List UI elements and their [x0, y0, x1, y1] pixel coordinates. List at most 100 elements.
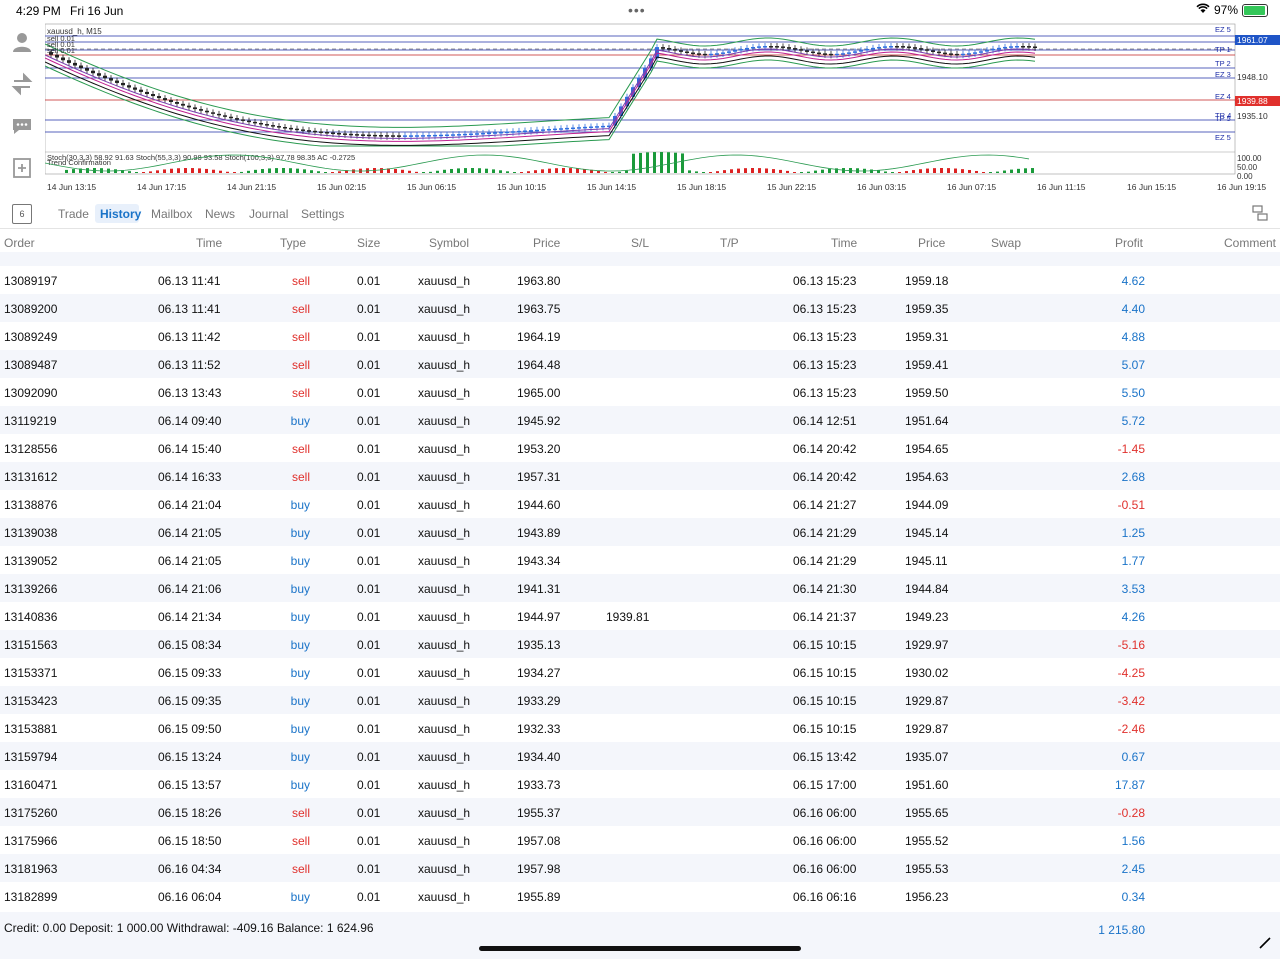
pen-icon [1258, 936, 1272, 953]
table-row[interactable]: 13119219 06.14 09:40 buy 0.01 xauusd_h 1945.9… [0, 406, 1280, 434]
tab-settings[interactable]: Settings [301, 207, 344, 221]
col-comment[interactable]: Comment [1224, 236, 1276, 250]
price-tick: 1948.10 [1237, 72, 1268, 82]
candle-body [91, 70, 95, 74]
candle-body [1003, 46, 1007, 49]
candle-body [241, 119, 245, 121]
candle-body [967, 53, 971, 55]
chart-canvas[interactable]: 1961.07 1948.10 1939.88 1935.10 EZ 5 TP 2 TP 1… [44, 22, 1280, 198]
col-time[interactable]: Time [196, 236, 222, 250]
trade-arrows-icon[interactable] [10, 72, 34, 96]
account-icon[interactable] [10, 30, 34, 54]
candle-body [913, 47, 917, 49]
table-row[interactable]: 13159794 06.15 13:24 buy 0.01 xauusd_h 1934.4… [0, 742, 1280, 770]
col-close-time[interactable]: Time [831, 236, 857, 250]
col-profit[interactable]: Profit [1115, 236, 1143, 250]
multitask-dots-icon[interactable]: ••• [628, 2, 646, 18]
candle-body [985, 50, 989, 52]
osc-bar [415, 171, 418, 173]
tab-mailbox[interactable]: Mailbox [151, 207, 192, 221]
table-row[interactable]: 13160471 06.15 13:57 buy 0.01 xauusd_h 1933.7… [0, 770, 1280, 798]
candle-body [307, 130, 311, 132]
table-row[interactable]: 13151563 06.15 08:34 buy 0.01 xauusd_h 1935.1… [0, 630, 1280, 658]
table-row[interactable]: 13089200 06.13 11:41 sell 0.01 xauusd_h 1963.… [0, 294, 1280, 322]
table-row[interactable]: 13138876 06.14 21:04 buy 0.01 xauusd_h 1944.6… [0, 490, 1280, 518]
candle-body [943, 52, 947, 55]
candle-body [265, 124, 269, 126]
candle-body [349, 133, 353, 136]
table-row[interactable]: 13139052 06.14 21:05 buy 0.01 xauusd_h 1943.3… [0, 546, 1280, 574]
table-row[interactable]: 13139266 06.14 21:06 buy 0.01 xauusd_h 1941.3… [0, 574, 1280, 602]
tab-news[interactable]: News [205, 207, 235, 221]
cell-profit: 5.07 [1121, 358, 1145, 372]
candle-body [805, 50, 809, 52]
osc-bar [149, 171, 152, 173]
tab-history[interactable]: History [100, 207, 141, 221]
level-label: EZ 5 [1215, 133, 1231, 142]
chat-icon[interactable] [10, 114, 34, 138]
layout-icon[interactable] [1252, 205, 1268, 221]
osc-bar [247, 170, 250, 173]
col-type[interactable]: Type [280, 236, 306, 250]
osc-bar [1024, 168, 1027, 173]
col-size[interactable]: Size [357, 236, 380, 250]
table-row[interactable]: 13153881 06.15 09:50 buy 0.01 xauusd_h 1932.3… [0, 714, 1280, 742]
table-row[interactable]: 13175260 06.15 18:26 sell 0.01 xauusd_h 1955.… [0, 798, 1280, 826]
table-row[interactable]: 13139038 06.14 21:05 buy 0.01 xauusd_h 1943.8… [0, 518, 1280, 546]
table-row[interactable]: 13140836 06.14 21:34 buy 0.01 xauusd_h 1944.9… [0, 602, 1280, 630]
chart-toolbar [0, 22, 45, 200]
table-row[interactable]: 13128556 06.14 15:40 sell 0.01 xauusd_h 1953.… [0, 434, 1280, 462]
candle-body [67, 60, 71, 63]
table-row[interactable]: 13131612 06.14 16:33 sell 0.01 xauusd_h 1957.… [0, 462, 1280, 490]
candle-body [1033, 46, 1037, 48]
table-row[interactable]: 13182899 06.16 06:04 buy 0.01 xauusd_h 1955.8… [0, 882, 1280, 910]
osc-bar [989, 172, 992, 173]
candle-body [193, 107, 197, 110]
col-swap[interactable]: Swap [991, 236, 1021, 250]
cell-profit: -0.28 [1117, 806, 1145, 820]
tab-trade[interactable]: Trade [58, 207, 89, 221]
candle-body [367, 134, 371, 137]
osc-bar [163, 169, 166, 173]
table-row[interactable]: 13181963 06.16 04:34 sell 0.01 xauusd_h 1957.… [0, 854, 1280, 882]
col-close-price[interactable]: Price [918, 236, 945, 250]
osc-bar [191, 168, 194, 173]
home-indicator[interactable] [479, 946, 801, 951]
col-symbol[interactable]: Symbol [429, 236, 469, 250]
candle-body [97, 73, 101, 76]
table-row[interactable]: 13175966 06.15 18:50 sell 0.01 xauusd_h 1957.… [0, 826, 1280, 854]
osc-bar [744, 168, 747, 173]
osc-bar [688, 170, 691, 173]
chart-frame [44, 23, 1236, 175]
col-sl[interactable]: S/L [631, 236, 649, 250]
candle-body [709, 53, 713, 56]
time-tick: 15 Jun 18:15 [677, 182, 726, 192]
history-table[interactable]: 13089197 06.13 11:41 sell 0.01 xauusd_h 1963.… [0, 252, 1280, 912]
candle-body [517, 130, 521, 133]
price-chart[interactable]: 1961.07 1948.10 1939.88 1935.10 EZ 5 TP 2 TP 1… [44, 22, 1280, 198]
table-row[interactable]: 13153371 06.15 09:33 buy 0.01 xauusd_h 1934.2… [0, 658, 1280, 686]
calendar-icon[interactable]: 6 [12, 204, 32, 224]
osc-bar [422, 172, 425, 173]
candle-body [811, 51, 815, 54]
time-tick: 15 Jun 06:15 [407, 182, 456, 192]
osc-bar [870, 169, 873, 173]
col-price[interactable]: Price [533, 236, 560, 250]
candle-body [871, 47, 875, 50]
osc-bar [716, 171, 719, 173]
table-row[interactable]: 13153423 06.15 09:35 buy 0.01 xauusd_h 1933.2… [0, 686, 1280, 714]
col-tp[interactable]: T/P [720, 236, 739, 250]
osc-bar [625, 170, 628, 173]
table-row[interactable]: 13089197 06.13 11:41 sell 0.01 xauusd_h 1963.… [0, 266, 1280, 294]
candle-body [949, 53, 953, 55]
col-order[interactable]: Order [4, 236, 35, 250]
new-chart-icon[interactable] [10, 156, 34, 180]
osc-bar [975, 170, 978, 173]
tab-journal[interactable]: Journal [249, 207, 288, 221]
osc-bar [611, 172, 614, 173]
history-table-header: Order Time Type Size Symbol Price S/L T/… [0, 236, 1280, 252]
table-row[interactable]: 13092090 06.13 13:43 sell 0.01 xauusd_h 1965.… [0, 378, 1280, 406]
table-row[interactable]: 13089249 06.13 11:42 sell 0.01 xauusd_h 1964.… [0, 322, 1280, 350]
table-row[interactable]: 13089487 06.13 11:52 sell 0.01 xauusd_h 1964.… [0, 350, 1280, 378]
candle-body [895, 46, 899, 48]
